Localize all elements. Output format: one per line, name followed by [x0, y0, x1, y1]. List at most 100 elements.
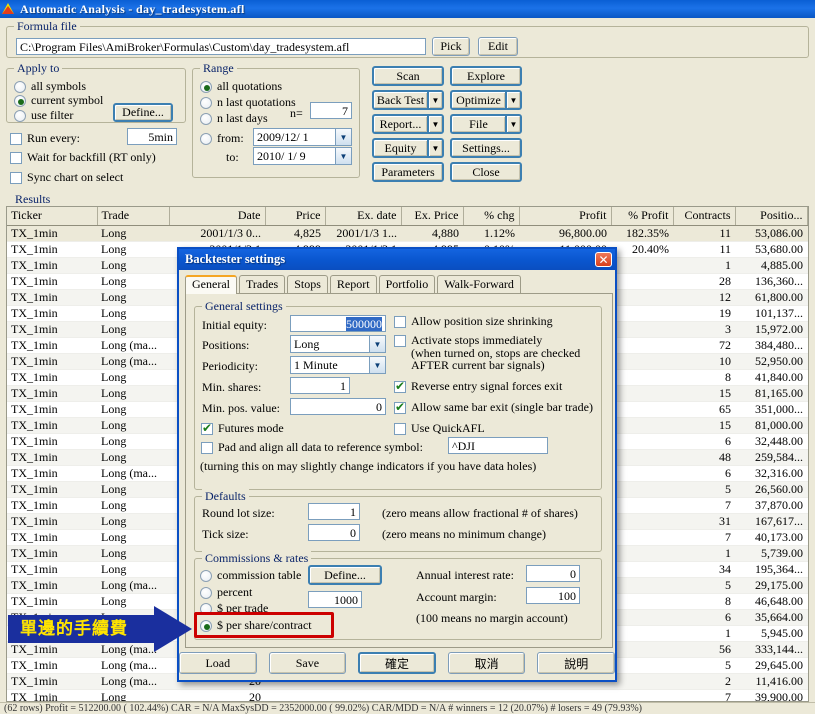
allow-position-shrink-checkbox[interactable]: [394, 315, 406, 328]
report-button[interactable]: Report...: [372, 114, 427, 134]
tab-general[interactable]: General: [185, 275, 237, 294]
define-filter-button[interactable]: Define...: [113, 103, 173, 122]
cancel-button[interactable]: 取消: [447, 652, 526, 674]
file-split-button[interactable]: File ▼: [450, 114, 522, 134]
futures-mode-checkbox[interactable]: [201, 421, 213, 435]
radio-percent[interactable]: percent: [200, 585, 252, 600]
back-test-button[interactable]: Back Test: [372, 90, 427, 110]
settings-button[interactable]: Settings...: [450, 138, 522, 158]
tab-portfolio[interactable]: Portfolio: [378, 275, 436, 294]
n-value-input[interactable]: 7: [310, 102, 352, 119]
optimize-split-button[interactable]: Optimize ▼: [450, 90, 522, 110]
table-row[interactable]: TX_1minLong20 739,900.00171,600...: [7, 689, 808, 701]
tab-stops[interactable]: Stops: [287, 275, 328, 294]
pad-align-checkbox[interactable]: [201, 441, 213, 454]
wait-backfill-checkbox[interactable]: [10, 151, 22, 164]
table-row[interactable]: TX_1min Long 2001/1/3 0... 4,825 2001/1/3 1.…: [7, 225, 808, 242]
file-button[interactable]: File: [450, 114, 505, 134]
radio-all-quotations[interactable]: all quotations: [200, 79, 282, 94]
sync-chart-row[interactable]: Sync chart on select: [10, 170, 123, 185]
annual-interest-input[interactable]: 0: [526, 565, 580, 582]
chevron-down-icon[interactable]: ▼: [335, 148, 351, 164]
use-quickafl-checkbox[interactable]: [394, 422, 406, 435]
save-button[interactable]: Save: [268, 652, 347, 674]
wait-backfill-row[interactable]: Wait for backfill (RT only): [10, 150, 156, 165]
file-dropdown-icon[interactable]: ▼: [505, 114, 522, 134]
radio-from-date[interactable]: from:: [200, 131, 244, 146]
futures-mode-row[interactable]: Futures mode: [201, 421, 284, 436]
periodicity-combo[interactable]: 1 Minute ▼: [290, 356, 386, 374]
pick-button[interactable]: Pick: [432, 37, 470, 56]
commission-define-button[interactable]: Define...: [308, 565, 382, 585]
close-icon[interactable]: ✕: [595, 252, 612, 267]
column-header-date[interactable]: Date: [169, 207, 266, 226]
account-margin-input[interactable]: 100: [526, 587, 580, 604]
commission-amount-input[interactable]: 1000: [308, 591, 362, 608]
back-test-dropdown-icon[interactable]: ▼: [427, 90, 444, 110]
optimize-dropdown-icon[interactable]: ▼: [505, 90, 522, 110]
load-button[interactable]: Load: [178, 652, 257, 674]
run-every-row[interactable]: Run every:: [10, 131, 80, 146]
radio-current-symbol[interactable]: current symbol: [14, 93, 103, 108]
help-button[interactable]: 說明: [537, 652, 616, 674]
round-lot-input[interactable]: 1: [308, 503, 360, 520]
radio-commission-table[interactable]: commission table: [200, 568, 301, 583]
report-dropdown-icon[interactable]: ▼: [427, 114, 444, 134]
column-header-profit[interactable]: % Profit: [611, 207, 674, 226]
back-test-split-button[interactable]: Back Test ▼: [372, 90, 444, 110]
reference-symbol-input[interactable]: ^DJI: [448, 437, 548, 454]
radio-use-filter[interactable]: use filter: [14, 108, 73, 123]
same-bar-exit-row[interactable]: Allow same bar exit (single bar trade): [394, 400, 593, 415]
sync-chart-checkbox[interactable]: [10, 171, 22, 184]
to-date-combo[interactable]: 2010/ 1/ 9 ▼: [253, 147, 352, 165]
run-every-checkbox[interactable]: [10, 132, 22, 145]
equity-split-button[interactable]: Equity ▼: [372, 138, 444, 158]
column-header-price[interactable]: Price: [265, 207, 326, 226]
close-button[interactable]: Close: [450, 162, 522, 182]
column-header-ex-price[interactable]: Ex. Price: [401, 207, 464, 226]
chevron-down-icon[interactable]: ▼: [369, 357, 385, 373]
reverse-entry-row[interactable]: Reverse entry signal forces exit: [394, 379, 562, 394]
edit-button[interactable]: Edit: [478, 37, 518, 56]
equity-dropdown-icon[interactable]: ▼: [427, 138, 444, 158]
radio-per-share-contract[interactable]: $ per share/contract: [200, 618, 312, 633]
min-pos-value-input[interactable]: 0: [290, 398, 386, 415]
min-shares-input[interactable]: 1: [290, 377, 350, 394]
optimize-button[interactable]: Optimize: [450, 90, 505, 110]
column-header-positio[interactable]: Positio...: [735, 207, 808, 226]
equity-button[interactable]: Equity: [372, 138, 427, 158]
positions-combo[interactable]: Long ▼: [290, 335, 386, 353]
use-quickafl-row[interactable]: Use QuickAFL: [394, 421, 485, 436]
radio-per-trade[interactable]: $ per trade: [200, 601, 268, 616]
column-header-ticker[interactable]: Ticker: [7, 207, 98, 226]
column-header-chg[interactable]: % chg: [463, 207, 520, 226]
initial-equity-input[interactable]: 500000: [290, 315, 386, 332]
chevron-down-icon[interactable]: ▼: [369, 336, 385, 352]
allow-position-shrink-row[interactable]: Allow position size shrinking: [394, 314, 553, 329]
explore-button[interactable]: Explore: [450, 66, 522, 86]
report-split-button[interactable]: Report... ▼: [372, 114, 444, 134]
activate-stops-row[interactable]: Activate stops immediately (when turned …: [394, 334, 580, 372]
formula-path-input[interactable]: C:\Program Files\AmiBroker\Formulas\Cust…: [16, 38, 426, 55]
reverse-entry-checkbox[interactable]: [394, 379, 406, 393]
run-every-input[interactable]: 5min: [127, 128, 177, 145]
tab-report[interactable]: Report: [329, 275, 377, 294]
radio-n-last-quotations[interactable]: n last quotations: [200, 95, 296, 110]
radio-n-last-days[interactable]: n last days: [200, 111, 268, 126]
parameters-button[interactable]: Parameters: [372, 162, 444, 182]
same-bar-exit-checkbox[interactable]: [394, 400, 406, 414]
radio-all-symbols[interactable]: all symbols: [14, 79, 86, 94]
tab-trades[interactable]: Trades: [238, 275, 286, 294]
scan-button[interactable]: Scan: [372, 66, 444, 86]
column-header-profit[interactable]: Profit: [519, 207, 612, 226]
activate-stops-checkbox[interactable]: [394, 335, 406, 347]
chevron-down-icon[interactable]: ▼: [335, 129, 351, 145]
column-header-trade[interactable]: Trade: [97, 207, 170, 226]
ok-button[interactable]: 確定: [358, 652, 436, 674]
column-header-ex-date[interactable]: Ex. date: [325, 207, 402, 226]
tab-walk-forward[interactable]: Walk-Forward: [437, 275, 521, 294]
from-date-combo[interactable]: 2009/12/ 1 ▼: [253, 128, 352, 146]
tick-size-input[interactable]: 0: [308, 524, 360, 541]
pad-align-row[interactable]: Pad and align all data to reference symb…: [201, 440, 423, 455]
column-header-cum[interactable]: Cum. ...: [807, 207, 808, 226]
